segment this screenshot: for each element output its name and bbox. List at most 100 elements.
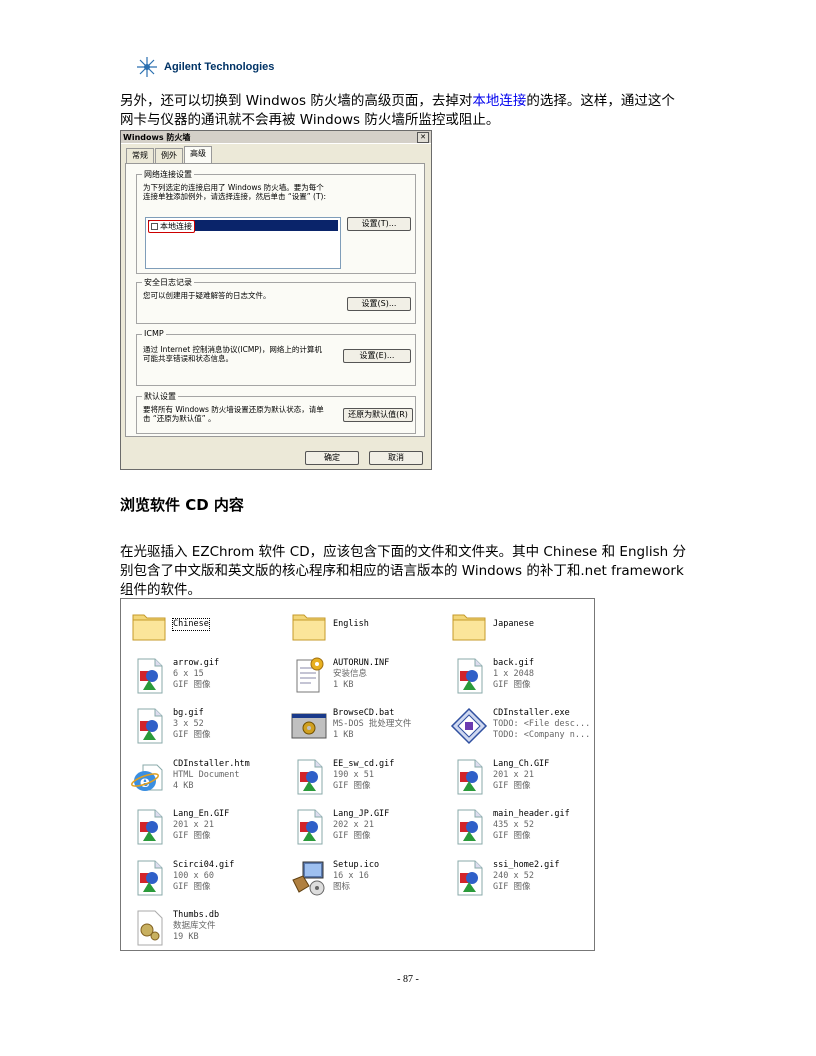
file-text: back.gif 1 x 2048 GIF 图像 xyxy=(493,658,534,691)
file-item[interactable]: ssi_home2.gif 240 x 52 GIF 图像 xyxy=(445,856,595,900)
file-detail: 201 x 21 xyxy=(493,769,534,780)
intro-text: 的选择。这样，通过这个 xyxy=(526,93,675,109)
connection-list[interactable]: 本地连接 xyxy=(145,217,341,269)
file-text: Japanese xyxy=(493,619,534,630)
file-detail: 19 KB xyxy=(173,932,199,942)
file-text: CDInstaller.htm HTML Document 4 KB xyxy=(173,759,250,792)
cancel-button[interactable]: 取消 xyxy=(369,451,423,465)
folder-item[interactable]: Japanese xyxy=(445,603,595,647)
file-text: AUTORUN.INF 安装信息 1 KB xyxy=(333,658,389,691)
folder-item[interactable]: Chinese xyxy=(125,603,275,647)
folder-icon xyxy=(289,605,329,645)
gif-image-icon xyxy=(129,807,169,847)
gif-image-icon xyxy=(129,656,169,696)
file-item[interactable]: BrowseCD.bat MS-DOS 批处理文件 1 KB xyxy=(285,704,435,748)
file-name: Lang_JP.GIF xyxy=(333,809,390,819)
file-detail: 3 x 52 xyxy=(173,719,204,729)
file-text: Lang_Ch.GIF 201 x 21 GIF 图像 xyxy=(493,759,549,792)
file-detail: 240 x 52 xyxy=(493,870,534,881)
file-detail: 201 x 21 xyxy=(173,820,214,830)
icmp-group: ICMP 通过 Internet 控制消息协议(ICMP)，网络上的计算机可能共… xyxy=(136,329,416,386)
icmp-legend: ICMP xyxy=(142,329,166,338)
file-item[interactable]: back.gif 1 x 2048 GIF 图像 xyxy=(445,654,595,698)
file-detail: GIF 图像 xyxy=(333,831,371,841)
dialog-titlebar: Windows 防火墙 ✕ xyxy=(121,131,431,144)
default-settings-group: 默认设置 要将所有 Windows 防火墙设置还原为默认状态，请单击 “还原为默… xyxy=(136,391,416,434)
file-item[interactable]: EE_sw_cd.gif 190 x 51 GIF 图像 xyxy=(285,755,435,799)
file-item[interactable]: Thumbs.db 数据库文件 19 KB xyxy=(125,906,275,950)
folder-item[interactable]: English xyxy=(285,603,435,647)
restore-defaults-button[interactable]: 还原为默认值(R) xyxy=(343,408,413,422)
gif-image-icon xyxy=(129,858,169,898)
tab-advanced[interactable]: 高级 xyxy=(184,146,212,163)
close-icon[interactable]: ✕ xyxy=(417,131,429,143)
file-name: EE_sw_cd.gif xyxy=(333,758,395,769)
network-settings-legend: 网络连接设置 xyxy=(142,169,194,180)
gif-image-icon xyxy=(449,807,489,847)
connection-item-local[interactable]: 本地连接 xyxy=(148,220,195,233)
file-item[interactable]: CDInstaller.exe TODO: <File desc... TODO: … xyxy=(445,704,595,748)
local-connection-link: 本地连接 xyxy=(472,93,527,109)
file-name: main_header.gif xyxy=(493,809,570,819)
file-text: main_header.gif 435 x 52 GIF 图像 xyxy=(493,809,570,842)
icmp-settings-button[interactable]: 设置(E)... xyxy=(343,349,411,363)
file-name: English xyxy=(333,619,369,629)
network-settings-desc: 为下列选定的连接启用了 Windows 防火墙。要为每个连接单独添加例外，请选择… xyxy=(143,183,326,201)
file-text: bg.gif 3 x 52 GIF 图像 xyxy=(173,708,210,741)
file-detail: 190 x 51 xyxy=(333,769,374,780)
file-item[interactable]: Scirci04.gif 100 x 60 GIF 图像 xyxy=(125,856,275,900)
file-name: Lang_En.GIF xyxy=(173,809,230,819)
gif-image-icon xyxy=(449,757,489,797)
file-detail: 安装信息 xyxy=(333,668,368,679)
file-detail: 1 x 2048 xyxy=(493,668,534,679)
database-file-icon xyxy=(129,908,169,948)
network-settings-button[interactable]: 设置(T)... xyxy=(347,217,411,231)
file-item[interactable]: Setup.ico 16 x 16 图标 xyxy=(285,856,435,900)
file-item[interactable]: Lang_JP.GIF 202 x 21 GIF 图像 xyxy=(285,805,435,849)
file-text: English xyxy=(333,619,369,630)
file-detail: GIF 图像 xyxy=(173,881,211,892)
local-connection-checkbox[interactable] xyxy=(151,223,158,230)
file-detail: GIF 图像 xyxy=(493,881,531,892)
gif-image-icon xyxy=(129,706,169,746)
log-settings-button[interactable]: 设置(S)... xyxy=(347,297,411,311)
file-item[interactable]: Lang_En.GIF 201 x 21 GIF 图像 xyxy=(125,805,275,849)
ok-button[interactable]: 确定 xyxy=(305,451,359,465)
brand-name: Agilent Technologies xyxy=(164,61,275,73)
file-item[interactable]: main_header.gif 435 x 52 GIF 图像 xyxy=(445,805,595,849)
file-item[interactable]: CDInstaller.htm HTML Document 4 KB xyxy=(125,755,275,799)
security-log-legend: 安全日志记录 xyxy=(142,277,194,288)
file-text: CDInstaller.exe TODO: <File desc... TODO: … xyxy=(493,708,590,741)
gif-image-icon xyxy=(449,858,489,898)
gif-image-icon xyxy=(289,807,329,847)
file-item[interactable]: arrow.gif 6 x 15 GIF 图像 xyxy=(125,654,275,698)
file-name: arrow.gif xyxy=(173,657,220,668)
file-detail: GIF 图像 xyxy=(333,780,371,791)
file-item[interactable]: AUTORUN.INF 安装信息 1 KB xyxy=(285,654,435,698)
file-item[interactable]: Lang_Ch.GIF 201 x 21 GIF 图像 xyxy=(445,755,595,799)
intro-text: 网卡与仪器的通讯就不会再被 Windows 防火墙所监控或阻止。 xyxy=(120,112,500,128)
file-detail: 202 x 21 xyxy=(333,820,374,830)
file-name: Setup.ico xyxy=(333,859,380,870)
default-settings-legend: 默认设置 xyxy=(142,391,178,402)
file-name: back.gif xyxy=(493,657,534,668)
setup-ico-icon xyxy=(289,858,329,898)
file-name: CDInstaller.exe xyxy=(493,708,570,718)
file-item[interactable]: bg.gif 3 x 52 GIF 图像 xyxy=(125,704,275,748)
ie-html-icon xyxy=(129,757,169,797)
cd-file-list: Chinese English Japanese arrow.gif 6 x 15 GIF… xyxy=(120,598,595,951)
file-name: AUTORUN.INF xyxy=(333,657,390,668)
page-number: - 87 - xyxy=(397,974,419,985)
file-detail: 4 KB xyxy=(173,780,194,791)
file-text: BrowseCD.bat MS-DOS 批处理文件 1 KB xyxy=(333,708,411,741)
file-detail: 1 KB xyxy=(333,730,354,740)
gif-image-icon xyxy=(449,656,489,696)
file-detail: GIF 图像 xyxy=(173,679,211,690)
file-detail: 100 x 60 xyxy=(173,870,214,881)
file-detail: 16 x 16 xyxy=(333,870,369,881)
file-detail: GIF 图像 xyxy=(493,679,531,690)
file-name: BrowseCD.bat xyxy=(333,708,395,718)
file-name: CDInstaller.htm xyxy=(173,758,250,769)
agilent-spark-icon xyxy=(137,57,157,77)
file-text: Setup.ico 16 x 16 图标 xyxy=(333,860,379,893)
